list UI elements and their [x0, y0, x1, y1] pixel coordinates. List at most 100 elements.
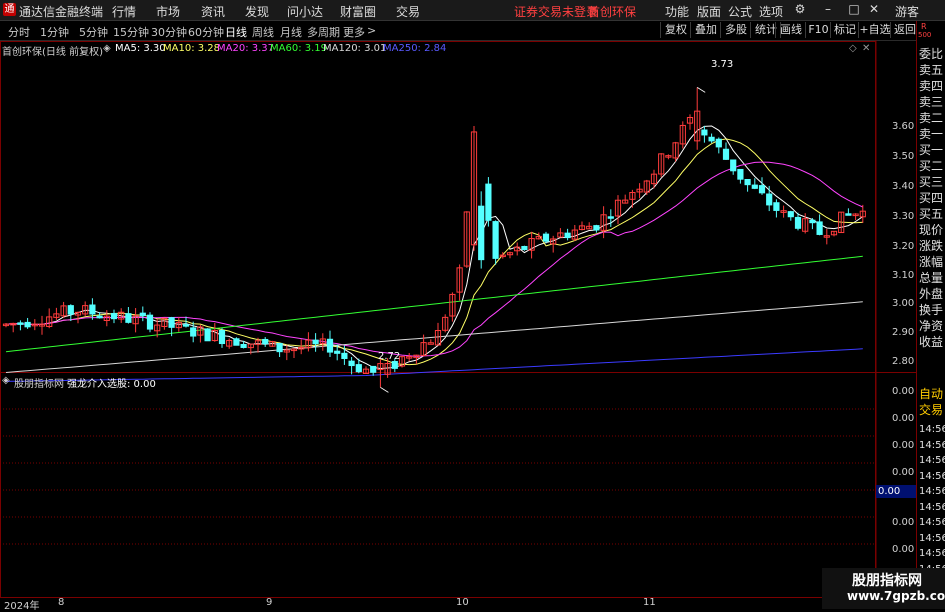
price-axis-label: 2.90	[892, 327, 915, 338]
menu-item-jiaoyi[interactable]: 交易	[396, 3, 420, 20]
period-60min[interactable]: 60分钟	[188, 24, 224, 40]
period-15min[interactable]: 15分钟	[113, 24, 149, 40]
candle-body	[787, 211, 794, 218]
quote-label: 买五	[919, 207, 944, 221]
period-fenshi[interactable]: 分时	[8, 24, 30, 40]
close-icon[interactable]: ✕	[866, 2, 882, 16]
diamond-icon[interactable]: ◇	[849, 43, 857, 54]
candle-body	[701, 129, 708, 136]
toolbar-f10[interactable]: F10	[805, 22, 831, 38]
menu-item-shichang[interactable]: 市场	[156, 3, 180, 20]
quote-label: 买二	[919, 159, 944, 173]
candle-body	[391, 361, 398, 369]
menu-item-xuanxiang[interactable]: 选项	[759, 3, 783, 20]
chevron-right-icon[interactable]: >	[367, 24, 376, 37]
menu-item-gongneng[interactable]: 功能	[665, 3, 689, 20]
low-marker	[380, 387, 389, 393]
date-label: 10	[456, 597, 469, 608]
candle-body	[737, 168, 744, 180]
candle-body	[204, 328, 211, 342]
sub-collapse-icon[interactable]: ◈	[2, 375, 10, 386]
quote-label: 买一	[919, 143, 944, 157]
toolbar-biaoji[interactable]: 标记	[830, 22, 859, 38]
maximize-icon[interactable]: □	[846, 2, 862, 16]
price-axis-label: 3.60	[892, 121, 915, 132]
candle-body	[262, 338, 269, 345]
period-30min[interactable]: 30分钟	[151, 24, 187, 40]
toolbar-fanhui[interactable]: 返回	[890, 22, 919, 38]
trade-time-list: 14:56 14:56 14:56 14:56 14:56 14:56 14:56 14:56…	[919, 422, 945, 593]
current-stock-name: 首创环保	[588, 5, 637, 19]
menu-bar: 通 通达信金融终端 行情 市场 资讯 发现 问小达 财富圈 交易 证券交易未登录…	[0, 0, 945, 21]
low-price-label: 2.72	[378, 351, 401, 362]
toolbar-zixuan[interactable]: +自选	[858, 22, 891, 38]
menu-item-gongshi[interactable]: 公式	[728, 3, 752, 20]
candle-body	[146, 314, 154, 330]
toolbar-huaxian[interactable]: 画线	[775, 22, 806, 38]
sub-axis-label: 0.00	[892, 517, 915, 528]
candle-body	[809, 219, 816, 224]
watermark-line1: 股朋指标网	[852, 573, 922, 589]
candle-body	[564, 232, 571, 239]
trade-time: 14:56	[919, 424, 945, 435]
period-multi[interactable]: 多周期	[307, 24, 340, 40]
ma120-value: MA120: 3.01	[323, 43, 387, 54]
period-5min[interactable]: 5分钟	[79, 24, 108, 40]
period-monthly[interactable]: 月线	[280, 24, 302, 40]
settings-icon[interactable]: ⚙	[792, 2, 808, 16]
candle-body	[478, 205, 485, 261]
menu-item-zixun[interactable]: 资讯	[201, 3, 225, 20]
candle-body	[730, 159, 737, 172]
sub-indicator-value: 强龙介入选股: 0.00	[67, 379, 156, 390]
kline-chart[interactable]	[0, 40, 945, 609]
chart-close-icon[interactable]: ✕	[862, 43, 870, 54]
candle-body	[492, 221, 499, 259]
sub-axis-label: 0.00	[892, 440, 915, 451]
toolbar-fuquan[interactable]: 复权	[660, 22, 691, 38]
ma20-line	[5, 161, 864, 357]
date-label: 8	[58, 597, 65, 608]
candle-body	[542, 233, 550, 242]
candle-body	[67, 305, 74, 315]
candle-body	[17, 322, 24, 325]
period-daily[interactable]: 日线	[225, 24, 247, 40]
quote-label: 涨幅	[919, 255, 944, 269]
trade-time: 14:56	[919, 455, 945, 466]
candle-body	[816, 221, 823, 235]
menu-item-hangqing[interactable]: 行情	[112, 3, 136, 20]
period-1min[interactable]: 1分钟	[40, 24, 69, 40]
trade-time: 14:56	[919, 548, 945, 559]
menu-item-faxian[interactable]: 发现	[245, 3, 269, 20]
price-axis-label: 3.40	[892, 181, 915, 192]
candle-body	[485, 183, 492, 221]
sub-axis-label: 0.00	[892, 386, 915, 397]
high-price-label: 3.73	[711, 59, 734, 70]
candle-body	[715, 138, 722, 148]
candle-body	[334, 350, 341, 354]
price-axis-label: 3.10	[892, 270, 915, 281]
menu-item-wenxiaoda[interactable]: 问小达	[287, 3, 323, 20]
guest-label[interactable]: 游客	[895, 3, 919, 20]
candle-body	[24, 321, 31, 328]
toolbar-duogu[interactable]: 多股	[720, 22, 751, 38]
menu-item-banmian[interactable]: 版面	[697, 3, 721, 20]
candle-body	[139, 312, 146, 316]
sub-chart-source: 股朋指标网	[14, 379, 64, 390]
candle-body	[96, 315, 103, 319]
toolbar-diejia[interactable]: 叠加	[690, 22, 721, 38]
sub-axis-label: 0.00	[892, 544, 915, 555]
period-more[interactable]: 更多	[343, 24, 365, 40]
candlestick-series	[2, 87, 866, 388]
date-label: 2024年	[4, 601, 40, 612]
price-axis-label: 3.00	[892, 298, 915, 309]
period-weekly[interactable]: 周线	[252, 24, 274, 40]
quote-label: 总量	[919, 271, 944, 285]
candle-body	[168, 317, 175, 328]
high-marker	[696, 87, 706, 93]
login-notice[interactable]: 证券交易未登录	[514, 3, 598, 20]
menu-item-caifuquan[interactable]: 财富圈	[340, 3, 376, 20]
collapse-icon[interactable]: ◈	[103, 43, 111, 54]
minimize-icon[interactable]: –	[820, 2, 836, 16]
date-label: 9	[266, 597, 273, 608]
candle-body	[722, 148, 730, 160]
